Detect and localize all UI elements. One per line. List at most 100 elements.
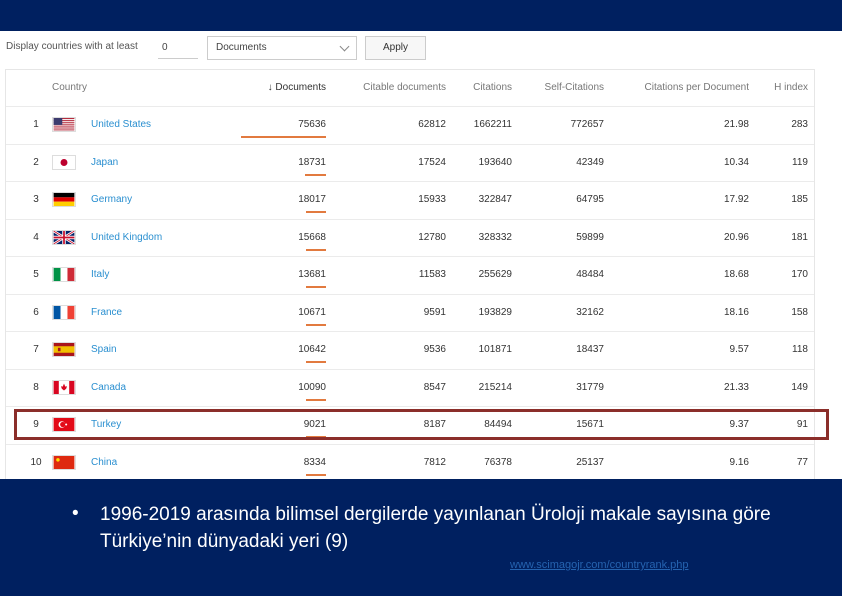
country-link[interactable]: Canada bbox=[91, 382, 126, 393]
country-link[interactable]: United States bbox=[91, 119, 151, 130]
ca-flag-icon bbox=[52, 379, 76, 395]
table-row: 5 Italy 13681 11583 255629 48484 18.68 170 bbox=[6, 256, 814, 294]
self-citations-cell: 64795 bbox=[576, 194, 604, 205]
rank-cell: 3 bbox=[33, 194, 39, 205]
documents-bar bbox=[306, 473, 326, 476]
rank-cell: 2 bbox=[33, 156, 39, 168]
h-index-cell: 185 bbox=[791, 194, 808, 205]
citations-per-document-cell: 21.33 bbox=[723, 381, 749, 393]
h-index-cell: 283 bbox=[791, 119, 808, 130]
rank-cell: 1 bbox=[33, 119, 39, 130]
citable-documents-cell: 9591 bbox=[423, 306, 446, 318]
header-self-citations[interactable]: Self-Citations bbox=[524, 82, 604, 93]
self-citations-cell: 772657 bbox=[570, 119, 604, 130]
table-row: 4 United Kingdom 15668 12780 328332 59899 20.9… bbox=[6, 218, 814, 257]
h-index-cell: 170 bbox=[791, 269, 808, 280]
rank-cell: 4 bbox=[33, 231, 39, 243]
citations-cell: 193640 bbox=[478, 156, 512, 168]
table-row: 8 Canada 10090 8547 215214 31779 21.33 149 bbox=[6, 368, 814, 407]
h-index-cell: 119 bbox=[792, 156, 808, 168]
header-citations-per-document[interactable]: Citations per Document bbox=[616, 82, 750, 93]
documents-cell: 10671 bbox=[298, 306, 326, 318]
documents-bar bbox=[304, 173, 326, 176]
documents-bar bbox=[306, 361, 326, 363]
documents-cell: 75636 bbox=[298, 119, 326, 130]
jp-flag-icon bbox=[52, 154, 76, 170]
source-link[interactable]: www.scimagojr.com/countryrank.php bbox=[510, 559, 689, 571]
self-citations-cell: 59899 bbox=[576, 231, 604, 243]
rank-cell: 6 bbox=[33, 306, 39, 318]
header-citations[interactable]: Citations bbox=[452, 82, 512, 93]
h-index-cell: 158 bbox=[791, 306, 808, 318]
self-citations-cell: 25137 bbox=[576, 456, 604, 468]
header-documents[interactable]: ↓ Documents bbox=[256, 82, 326, 93]
citable-documents-cell: 62812 bbox=[418, 119, 446, 130]
citations-per-document-cell: 20.96 bbox=[723, 231, 749, 243]
table-row: 3 Germany 18017 15933 322847 64795 17.92 185 bbox=[6, 181, 814, 219]
citations-per-document-cell: 9.16 bbox=[729, 456, 749, 468]
citations-cell: 255629 bbox=[478, 269, 512, 280]
header-country[interactable]: Country bbox=[52, 82, 87, 93]
citations-per-document-cell: 17.92 bbox=[723, 194, 749, 205]
es-flag-icon bbox=[52, 342, 76, 357]
citable-documents-cell: 17524 bbox=[418, 156, 446, 168]
citable-documents-cell: 8547 bbox=[423, 381, 446, 393]
h-index-cell: 118 bbox=[792, 344, 808, 355]
citable-documents-cell: 12780 bbox=[418, 231, 446, 243]
cn-flag-icon bbox=[52, 454, 76, 470]
country-link[interactable]: Germany bbox=[91, 194, 132, 205]
citable-documents-cell: 9536 bbox=[423, 344, 446, 355]
h-index-cell: 149 bbox=[791, 381, 808, 393]
country-link[interactable]: France bbox=[91, 307, 122, 318]
documents-bar bbox=[305, 211, 326, 213]
documents-bar bbox=[306, 248, 326, 251]
table-row: 2 Japan 18731 17524 193640 42349 10.34 119 bbox=[6, 143, 814, 182]
citable-documents-cell: 11583 bbox=[418, 269, 446, 280]
documents-bar bbox=[306, 323, 326, 326]
table-row: 10 China 8334 7812 76378 25137 9.16 77 bbox=[6, 443, 814, 482]
min-documents-label: Display countries with at least bbox=[6, 41, 138, 52]
documents-bar bbox=[241, 136, 326, 138]
header-h-index[interactable]: H index bbox=[761, 82, 808, 93]
country-link[interactable]: United Kingdom bbox=[91, 232, 162, 243]
country-link[interactable]: Italy bbox=[91, 269, 109, 280]
documents-cell: 13681 bbox=[298, 269, 326, 280]
table-row: 1 United States 75636 62812 1662211 772657 21.… bbox=[6, 106, 814, 144]
rank-cell: 5 bbox=[33, 269, 39, 280]
country-link[interactable]: Spain bbox=[91, 344, 117, 355]
documents-cell: 18731 bbox=[298, 156, 326, 168]
fr-flag-icon bbox=[52, 304, 76, 320]
turkey-row-highlight bbox=[14, 409, 829, 440]
citations-per-document-cell: 10.34 bbox=[723, 156, 749, 168]
header-citable-documents[interactable]: Citable documents bbox=[346, 82, 446, 93]
documents-bar bbox=[306, 398, 326, 401]
sort-field-select[interactable]: Documents bbox=[207, 36, 357, 60]
top-banner bbox=[0, 0, 842, 31]
country-link[interactable]: Japan bbox=[91, 157, 118, 168]
citations-per-document-cell: 9.57 bbox=[729, 344, 749, 355]
citations-cell: 76378 bbox=[484, 456, 512, 468]
rank-cell: 8 bbox=[33, 381, 39, 393]
self-citations-cell: 18437 bbox=[576, 344, 604, 355]
self-citations-cell: 42349 bbox=[576, 156, 604, 168]
citations-cell: 101871 bbox=[478, 344, 512, 355]
apply-button[interactable]: Apply bbox=[365, 36, 426, 60]
country-link[interactable]: China bbox=[91, 457, 117, 468]
citations-cell: 1662211 bbox=[473, 119, 512, 130]
rank-cell: 7 bbox=[33, 344, 39, 355]
h-index-cell: 181 bbox=[791, 231, 808, 243]
citations-cell: 328332 bbox=[478, 231, 512, 243]
table-row: 7 Spain 10642 9536 101871 18437 9.57 118 bbox=[6, 331, 814, 369]
filter-toolbar: Display countries with at least 0 Docume… bbox=[0, 31, 842, 69]
rank-cell: 10 bbox=[30, 456, 42, 468]
self-citations-cell: 48484 bbox=[576, 269, 604, 280]
citations-per-document-cell: 18.68 bbox=[723, 269, 749, 280]
bullet-marker: • bbox=[72, 503, 79, 524]
min-documents-input[interactable]: 0 bbox=[158, 37, 198, 59]
de-flag-icon bbox=[52, 192, 76, 207]
citations-cell: 193829 bbox=[478, 306, 512, 318]
gb-flag-icon bbox=[52, 229, 76, 245]
sort-field-value: Documents bbox=[216, 42, 267, 53]
documents-cell: 10642 bbox=[298, 344, 326, 355]
documents-cell: 15668 bbox=[298, 231, 326, 243]
